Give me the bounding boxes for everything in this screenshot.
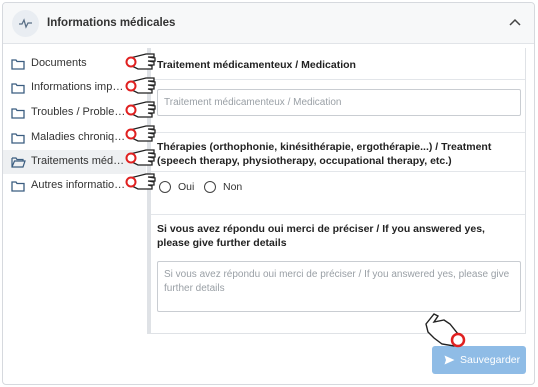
chevron-up-icon[interactable] (508, 16, 522, 30)
sidebar-item-label: Informations importa... (31, 81, 126, 93)
folder-icon (11, 181, 25, 192)
save-button-label: Sauvegarder (460, 354, 521, 366)
details-title: Si vous avez répondu oui merci de précis… (157, 223, 485, 249)
divider (151, 171, 525, 172)
sidebar-item-chronic-diseases[interactable]: Maladies chronique... (3, 126, 146, 150)
radio-oui[interactable] (159, 181, 171, 193)
divider (151, 132, 525, 133)
save-button[interactable]: Sauvegarder (432, 346, 526, 374)
send-icon (444, 355, 455, 365)
radio-non-label: Non (223, 181, 243, 193)
folder-icon (11, 59, 25, 70)
heartbeat-icon (12, 10, 39, 37)
folder-open-icon (11, 157, 26, 168)
folder-icon (11, 108, 25, 119)
sidebar-item-other-info[interactable]: Autres informations... (3, 174, 146, 198)
radio-oui-label: Oui (178, 181, 195, 193)
sidebar-item-treatments[interactable]: Traitements médica... (3, 150, 146, 174)
sidebar-item-troubles[interactable]: Troubles / Problems... (3, 101, 146, 125)
details-textarea[interactable]: Si vous avez répondu oui merci de précis… (157, 261, 521, 312)
divider (151, 79, 525, 80)
sidebar-item-label: Troubles / Problems... (31, 106, 126, 118)
folder-icon (11, 133, 25, 144)
card-header[interactable]: Informations médicales (3, 3, 534, 44)
sidebar-item-label: Maladies chronique... (31, 131, 126, 143)
sidebar-item-label: Traitements médica... (31, 155, 126, 167)
sidebar-item-documents[interactable]: Documents (3, 52, 146, 76)
sidebar-item-label: Documents (31, 57, 87, 69)
therapies-title: Thérapies (orthophonie, kinésithérapie, … (157, 141, 492, 167)
folder-icon (11, 83, 25, 94)
card-title: Informations médicales (47, 17, 176, 29)
medication-title: Traitement médicamenteux / Medication (157, 59, 356, 71)
sidebar-item-important-info[interactable]: Informations importa... (3, 76, 146, 100)
treatment-form: Traitement médicamenteux / Medication Tr… (147, 48, 526, 334)
sidebar-item-label: Autres informations... (31, 179, 126, 191)
divider (151, 214, 525, 215)
medication-input[interactable]: Traitement médicamenteux / Medication (157, 89, 521, 116)
radio-non[interactable] (204, 181, 216, 193)
